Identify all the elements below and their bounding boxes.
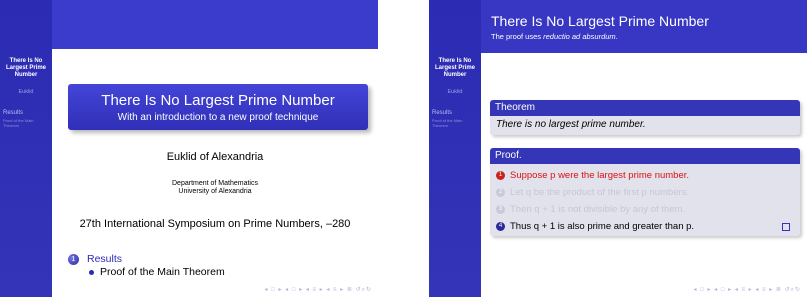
frame-subtitle-emphasis: reductio ad absurdum.	[543, 32, 618, 41]
qed-square-icon	[782, 223, 790, 231]
item-number-icon: 4	[496, 222, 505, 231]
presentation-subtitle: With an introduction to a new proof tech…	[117, 112, 319, 123]
sidebar-title-link[interactable]: There Is No Largest Prime Number	[2, 58, 50, 79]
proof-item-text: Thus q + 1 is also prime and greater tha…	[510, 221, 695, 232]
sidebar-title-link[interactable]: There Is No Largest Prime Number	[431, 58, 479, 79]
toc-subsection-link[interactable]: Proof of the Main Theorem	[100, 266, 225, 278]
sidebar-author-link[interactable]: Euklid	[2, 89, 50, 95]
presentation-title: There Is No Largest Prime Number	[101, 92, 335, 109]
item-number-icon: 3	[496, 205, 505, 214]
proof-header: Proof.	[490, 148, 800, 164]
toc-bullet-icon	[89, 270, 94, 275]
sidebar: There Is No Largest Prime Number Euklid …	[0, 0, 52, 297]
title-box: There Is No Largest Prime Number With an…	[68, 84, 368, 130]
header-bar	[52, 0, 378, 49]
author-name: Euklid of Alexandria	[166, 151, 264, 163]
conference-date: 27th International Symposium on Prime Nu…	[79, 218, 351, 230]
institute-department: Department of Mathematics	[172, 180, 258, 187]
item-number-icon: 2	[496, 188, 505, 197]
title-slide: There Is No Largest Prime Number Euklid …	[0, 0, 378, 297]
theorem-body: There is no largest prime number.	[490, 116, 800, 135]
proof-body: 1 Suppose p were the largest prime numbe…	[490, 164, 800, 236]
item-number-icon: 1	[496, 171, 505, 180]
frame-title: There Is No Largest Prime Number	[491, 13, 709, 29]
proof-item-text: Let q be the product of the first p numb…	[510, 187, 690, 198]
sidebar-subsection-link[interactable]: Proof of the Main Theorem	[432, 118, 472, 128]
sidebar: There Is No Largest Prime Number Euklid …	[429, 0, 481, 297]
sidebar-section-link[interactable]: Results	[3, 110, 23, 116]
proof-slide: There Is No Largest Prime Number Euklid …	[429, 0, 807, 297]
theorem-header: Theorem	[490, 100, 800, 116]
institute-university: University of Alexandria	[178, 188, 252, 195]
sidebar-author-link[interactable]: Euklid	[431, 89, 479, 95]
sidebar-section-link[interactable]: Results	[432, 110, 452, 116]
sidebar-subsection-link[interactable]: Proof of the Main Theorem	[3, 118, 43, 128]
navigation-symbols[interactable]: ◂ □ ▸ ◂ □ ▸ ◂ ≡ ▸ ◂ ≡ ▸ ≣ ↺⌕↻	[265, 286, 372, 294]
proof-item-text: Suppose p were the largest prime number.	[510, 170, 690, 181]
toc-section-number: 1	[68, 254, 79, 265]
theorem-block: Theorem There is no largest prime number…	[490, 100, 800, 135]
proof-item-text: Then q + 1 is not divisible by any of th…	[510, 204, 686, 215]
proof-block: Proof. 1 Suppose p were the largest prim…	[490, 148, 800, 236]
frame-subtitle-prefix: The proof uses	[491, 32, 542, 41]
frame-subtitle: The proof uses reductio ad absurdum.	[491, 32, 618, 41]
toc-section-link[interactable]: Results	[87, 253, 122, 265]
navigation-symbols[interactable]: ◂ □ ▸ ◂ □ ▸ ◂ ≡ ▸ ◂ ≡ ▸ ≣ ↺⌕↻	[694, 286, 801, 294]
